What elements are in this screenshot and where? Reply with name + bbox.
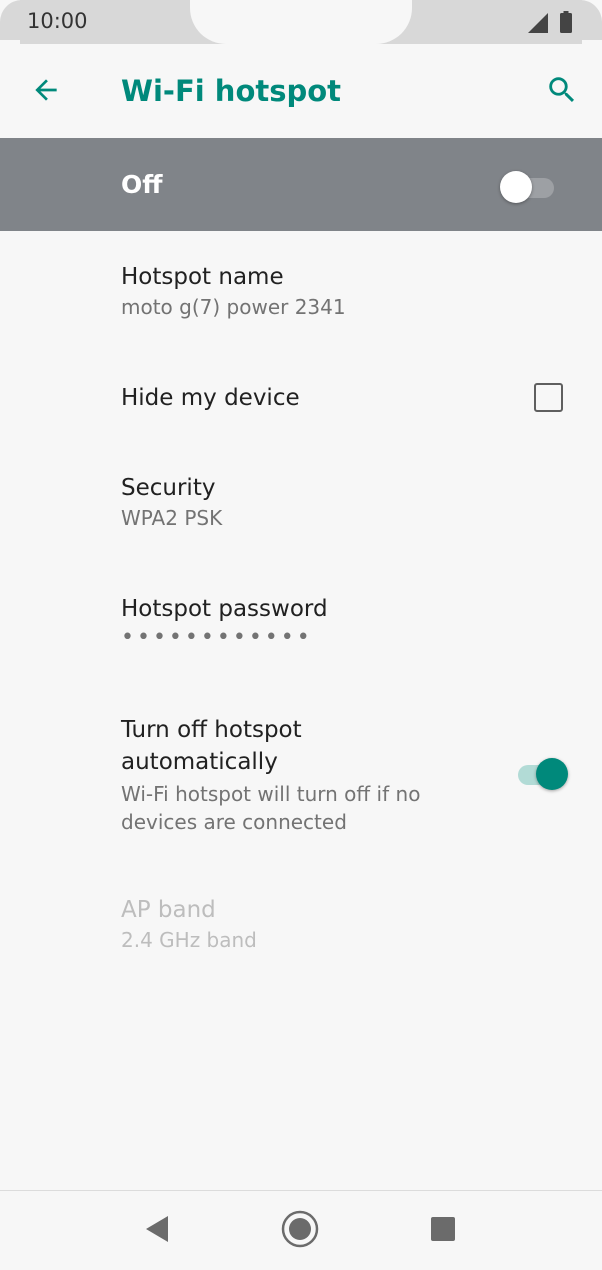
back-button[interactable] bbox=[26, 72, 66, 112]
nav-home-button[interactable] bbox=[276, 1207, 324, 1255]
back-arrow-icon bbox=[30, 74, 62, 110]
hotspot-password-title: Hotspot password bbox=[121, 596, 328, 622]
back-icon bbox=[144, 1215, 170, 1247]
screen-corner-right bbox=[562, 0, 602, 44]
auto-off-summary: Wi-Fi hotspot will turn off if no device… bbox=[121, 782, 421, 834]
page-title: Wi-Fi hotspot bbox=[121, 74, 342, 108]
hide-device-item[interactable]: Hide my device bbox=[121, 382, 561, 414]
signal-icon bbox=[528, 13, 548, 37]
auto-off-item[interactable]: Turn off hotspot automatically Wi-Fi hot… bbox=[121, 714, 451, 836]
hotspot-password-masked: •••••••••••• bbox=[121, 625, 313, 650]
ap-band-value: 2.4 GHz band bbox=[121, 928, 257, 952]
nav-recents-button[interactable] bbox=[419, 1207, 467, 1255]
system-nav-bar bbox=[0, 1190, 602, 1270]
auto-off-title: Turn off hotspot automatically bbox=[121, 717, 302, 775]
hotspot-name-value: moto g(7) power 2341 bbox=[121, 295, 346, 319]
hide-device-title: Hide my device bbox=[121, 385, 300, 411]
master-switch-label: Off bbox=[121, 170, 163, 199]
hotspot-name-item[interactable]: Hotspot name moto g(7) power 2341 bbox=[121, 261, 346, 321]
toggle-thumb bbox=[500, 171, 532, 203]
search-button[interactable] bbox=[542, 72, 582, 112]
home-icon bbox=[280, 1209, 320, 1253]
status-time: 10:00 bbox=[27, 9, 88, 33]
security-value: WPA2 PSK bbox=[121, 506, 223, 530]
ap-band-item: AP band 2.4 GHz band bbox=[121, 894, 257, 954]
hotspot-master-toggle[interactable] bbox=[500, 168, 556, 203]
nav-back-button[interactable] bbox=[133, 1207, 181, 1255]
battery-icon bbox=[560, 11, 572, 37]
hotspot-master-switch-bar[interactable]: Off bbox=[0, 138, 602, 231]
security-title: Security bbox=[121, 475, 216, 501]
screen-corner-left bbox=[0, 0, 40, 44]
hotspot-password-item[interactable]: Hotspot password •••••••••••• bbox=[121, 593, 328, 651]
auto-off-toggle[interactable] bbox=[512, 755, 568, 790]
hide-device-checkbox[interactable] bbox=[534, 383, 563, 412]
search-icon bbox=[545, 73, 579, 111]
status-icons bbox=[528, 11, 572, 37]
camera-notch bbox=[190, 0, 412, 44]
hotspot-name-title: Hotspot name bbox=[121, 264, 284, 290]
app-bar: Wi-Fi hotspot bbox=[0, 44, 602, 138]
ap-band-title: AP band bbox=[121, 897, 216, 923]
status-bar: 10:00 bbox=[0, 0, 602, 44]
recents-icon bbox=[430, 1216, 456, 1246]
toggle-thumb bbox=[536, 758, 568, 790]
security-item[interactable]: Security WPA2 PSK bbox=[121, 472, 222, 532]
